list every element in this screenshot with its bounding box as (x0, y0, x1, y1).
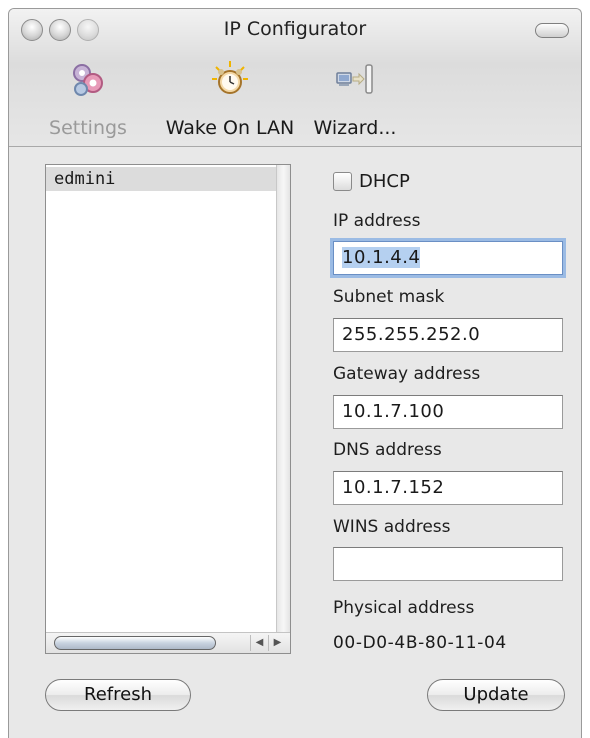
update-button[interactable]: Update (427, 679, 565, 711)
list-item[interactable]: edmini (46, 167, 280, 191)
gateway-address-field[interactable]: 10.1.7.100 (333, 395, 563, 429)
ip-configurator-window: IP Configurator Settings Wake On LAN Wiz… (8, 8, 582, 738)
ip-address-field[interactable]: 10.1.4.4 (333, 241, 563, 275)
toolbar-wizard-label: Wizard... (313, 117, 397, 139)
wins-address-label: WINS address (333, 517, 451, 537)
device-list[interactable]: edmini ◀ ▶ (45, 164, 291, 654)
unified-toolbar: IP Configurator Settings Wake On LAN Wiz… (9, 9, 581, 147)
dns-address-label: DNS address (333, 440, 442, 460)
physical-address-label: Physical address (333, 598, 475, 618)
toolbar-toggle-icon[interactable] (535, 23, 569, 38)
refresh-button[interactable]: Refresh (45, 679, 191, 711)
scroll-right-icon[interactable]: ▶ (268, 635, 286, 651)
gears-icon (73, 64, 103, 96)
alarm-clock-icon (212, 61, 248, 94)
toolbar-wake-on-lan-button[interactable]: Wake On LAN (152, 59, 308, 139)
gateway-address-label: Gateway address (333, 364, 481, 384)
horizontal-scrollbar[interactable]: ◀ ▶ (46, 632, 290, 653)
device-list-content: edmini (46, 165, 280, 633)
computer-wizard-icon (336, 64, 373, 94)
subnet-mask-field[interactable]: 255.255.252.0 (333, 318, 563, 352)
window-title: IP Configurator (223, 18, 367, 40)
toolbar-wizard-button[interactable]: Wizard... (309, 59, 401, 139)
dhcp-checkbox[interactable] (333, 171, 352, 191)
subnet-mask-label: Subnet mask (333, 287, 445, 307)
ip-address-value: 10.1.4.4 (342, 247, 421, 268)
toolbar-wake-on-lan-label: Wake On LAN (165, 117, 295, 139)
toolbar-settings-button[interactable]: Settings (43, 59, 133, 139)
dns-address-field[interactable]: 10.1.7.152 (333, 471, 563, 505)
wins-address-field[interactable] (333, 547, 563, 581)
toolbar-settings-label: Settings (49, 117, 127, 139)
physical-address-value: 00-D0-4B-80-11-04 (333, 633, 507, 653)
vertical-scrollbar[interactable] (276, 165, 290, 633)
title-bar[interactable]: IP Configurator (9, 9, 581, 49)
dhcp-label: DHCP (359, 170, 410, 192)
horizontal-scroll-thumb[interactable] (54, 636, 216, 650)
scroll-left-icon[interactable]: ◀ (250, 635, 268, 651)
dhcp-option[interactable]: DHCP (333, 167, 410, 195)
ip-address-label: IP address (333, 211, 421, 231)
